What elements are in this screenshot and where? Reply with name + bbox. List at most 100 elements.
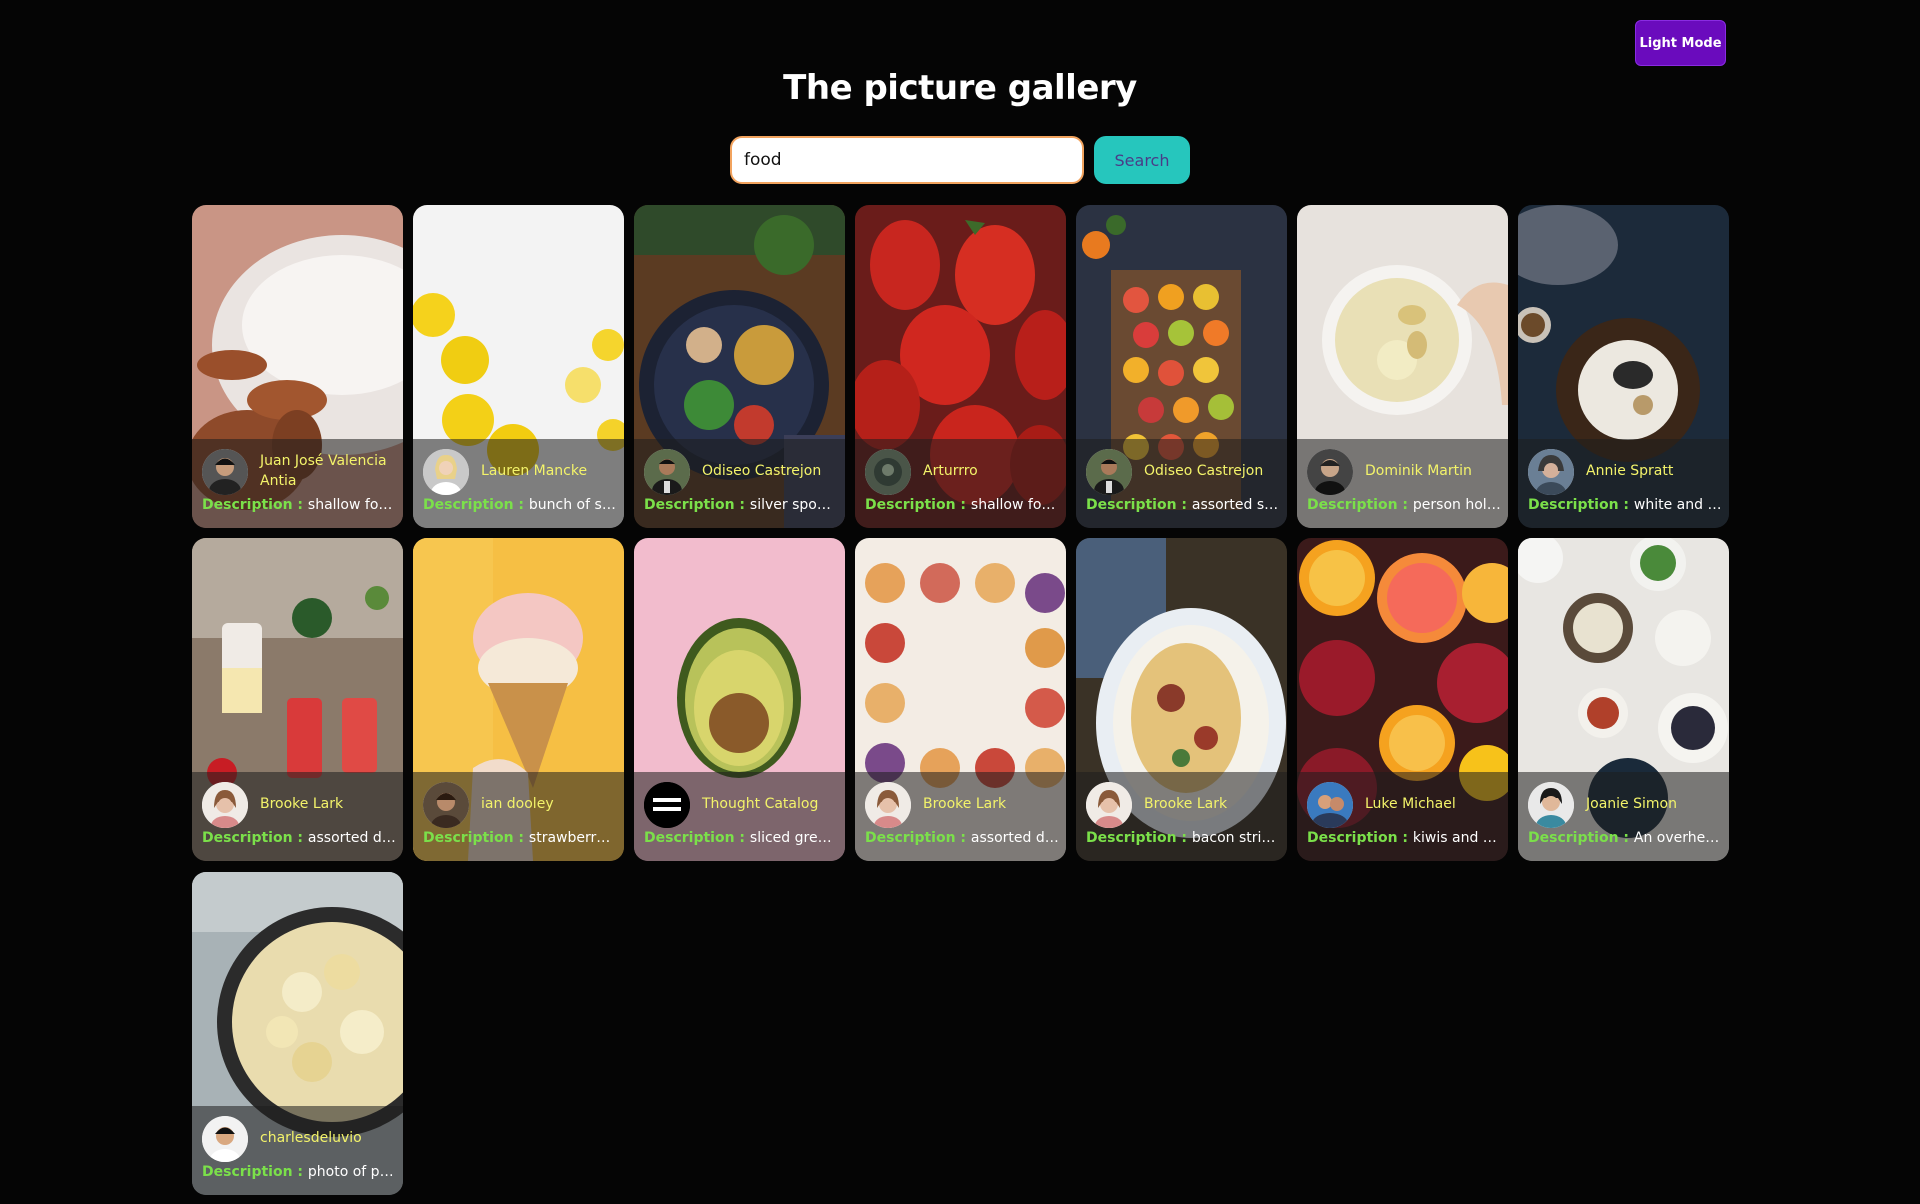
- description-text: assorted don...: [970, 830, 1060, 846]
- description-label: Description :: [644, 497, 750, 513]
- page-title: The picture gallery: [783, 68, 1137, 108]
- description-label: Description :: [423, 830, 529, 846]
- author-name: Odiseo Castrejon: [1144, 463, 1264, 479]
- avatar: [1528, 782, 1574, 828]
- description-text: strawberry ic...: [528, 830, 618, 846]
- card-info-panel: Brooke Lark Description : assorted drin.…: [192, 772, 403, 861]
- avatar: [1528, 449, 1574, 495]
- gallery-card[interactable]: Thought Catalog Description : sliced gre…: [634, 538, 845, 861]
- thought-catalog-logo: [644, 782, 690, 828]
- card-description: Description : assorted don...: [865, 830, 1060, 846]
- author-name: Juan José Valencia Antia: [260, 453, 387, 489]
- card-info-panel: Luke Michael Description : kiwis and ora…: [1297, 772, 1508, 861]
- search-input[interactable]: [730, 136, 1084, 184]
- description-text: silver spoon o...: [749, 497, 839, 513]
- card-description: Description : strawberry ic...: [423, 830, 618, 846]
- card-description: Description : kiwis and ora...: [1307, 830, 1502, 846]
- gallery-card[interactable]: Juan José Valencia Antia Description : s…: [192, 205, 403, 528]
- description-text: bacon strips ...: [1191, 830, 1281, 846]
- gallery-card[interactable]: Odiseo Castrejon Description : silver sp…: [634, 205, 845, 528]
- description-text: bunch of slice...: [528, 497, 618, 513]
- gallery-card[interactable]: ian dooley Description : strawberry ic..…: [413, 538, 624, 861]
- description-text: shallow focus...: [970, 497, 1060, 513]
- card-description: Description : bunch of slice...: [423, 497, 618, 513]
- author-name: Annie Spratt: [1586, 463, 1674, 479]
- description-label: Description :: [1307, 497, 1413, 513]
- description-text: assorted slice...: [1191, 497, 1281, 513]
- card-description: Description : silver spoon o...: [644, 497, 839, 513]
- card-description: Description : photo of pop...: [202, 1164, 397, 1180]
- gallery-card[interactable]: Luke Michael Description : kiwis and ora…: [1297, 538, 1508, 861]
- author-name: Joanie Simon: [1586, 796, 1677, 812]
- card-description: Description : shallow focus...: [202, 497, 397, 513]
- card-info-panel: Annie Spratt Description : white and bro…: [1518, 439, 1729, 528]
- description-label: Description :: [865, 497, 971, 513]
- avatar: [644, 449, 690, 495]
- card-description: Description : assorted slice...: [1086, 497, 1281, 513]
- card-description: Description : An overhead ...: [1528, 830, 1723, 846]
- search-button[interactable]: Search: [1094, 136, 1190, 184]
- card-info-panel: Brooke Lark Description : bacon strips .…: [1076, 772, 1287, 861]
- card-info-panel: Odiseo Castrejon Description : assorted …: [1076, 439, 1287, 528]
- avatar: [202, 449, 248, 495]
- author-name: Brooke Lark: [923, 796, 1007, 812]
- author-name: charlesdeluvio: [260, 1130, 362, 1146]
- card-description: Description : person holdin...: [1307, 497, 1502, 513]
- description-label: Description :: [202, 497, 308, 513]
- description-text: photo of pop...: [307, 1164, 397, 1180]
- description-label: Description :: [423, 497, 529, 513]
- gallery-card[interactable]: Dominik Martin Description : person hold…: [1297, 205, 1508, 528]
- avatar: [423, 449, 469, 495]
- card-description: Description : assorted drin...: [202, 830, 397, 846]
- description-label: Description :: [202, 1164, 308, 1180]
- avatar: [202, 782, 248, 828]
- author-name: Brooke Lark: [260, 796, 344, 812]
- description-label: Description :: [202, 830, 308, 846]
- description-label: Description :: [865, 830, 971, 846]
- card-info-panel: Lauren Mancke Description : bunch of sli…: [413, 439, 624, 528]
- card-info-panel: Brooke Lark Description : assorted don..…: [855, 772, 1066, 861]
- author-name: ian dooley: [481, 796, 554, 812]
- author-name: Brooke Lark: [1144, 796, 1228, 812]
- avatar: [865, 449, 911, 495]
- description-label: Description :: [1086, 830, 1192, 846]
- description-label: Description :: [1086, 497, 1192, 513]
- author-name: Arturrro: [923, 463, 978, 479]
- description-label: Description :: [644, 830, 750, 846]
- description-text: white and bro...: [1633, 497, 1723, 513]
- gallery-card[interactable]: Brooke Lark Description : assorted drin.…: [192, 538, 403, 861]
- card-description: Description : white and bro...: [1528, 497, 1723, 513]
- card-info-panel: Arturrro Description : shallow focus...: [855, 439, 1066, 528]
- author-name: Odiseo Castrejon: [702, 463, 822, 479]
- gallery-card[interactable]: Lauren Mancke Description : bunch of sli…: [413, 205, 624, 528]
- card-info-panel: ian dooley Description : strawberry ic..…: [413, 772, 624, 861]
- avatar: [423, 782, 469, 828]
- author-name: Dominik Martin: [1365, 463, 1472, 479]
- description-text: An overhead ...: [1633, 830, 1723, 846]
- gallery-card[interactable]: Arturrro Description : shallow focus...: [855, 205, 1066, 528]
- description-label: Description :: [1528, 830, 1634, 846]
- avatar: [1086, 782, 1132, 828]
- description-label: Description :: [1307, 830, 1413, 846]
- gallery-card[interactable]: Brooke Lark Description : bacon strips .…: [1076, 538, 1287, 861]
- gallery-card[interactable]: charlesdeluvio Description : photo of po…: [192, 872, 403, 1195]
- card-info-panel: Joanie Simon Description : An overhead .…: [1518, 772, 1729, 861]
- avatar: [1307, 782, 1353, 828]
- avatar: [202, 1116, 248, 1162]
- description-text: sliced green ...: [749, 830, 839, 846]
- card-info-panel: Dominik Martin Description : person hold…: [1297, 439, 1508, 528]
- gallery-page: Light Mode The picture gallery Search Ju…: [0, 0, 1920, 1204]
- light-mode-button[interactable]: Light Mode: [1635, 20, 1726, 66]
- gallery-card[interactable]: Annie Spratt Description : white and bro…: [1518, 205, 1729, 528]
- gallery-card[interactable]: Odiseo Castrejon Description : assorted …: [1076, 205, 1287, 528]
- avatar: [1086, 449, 1132, 495]
- avatar: [865, 782, 911, 828]
- gallery-card[interactable]: Brooke Lark Description : assorted don..…: [855, 538, 1066, 861]
- description-text: person holdin...: [1412, 497, 1502, 513]
- avatar: [1307, 449, 1353, 495]
- author-name: Thought Catalog: [702, 796, 819, 812]
- card-info-panel: Juan José Valencia Antia Description : s…: [192, 439, 403, 528]
- gallery-card[interactable]: Joanie Simon Description : An overhead .…: [1518, 538, 1729, 861]
- card-info-panel: Odiseo Castrejon Description : silver sp…: [634, 439, 845, 528]
- card-description: Description : bacon strips ...: [1086, 830, 1281, 846]
